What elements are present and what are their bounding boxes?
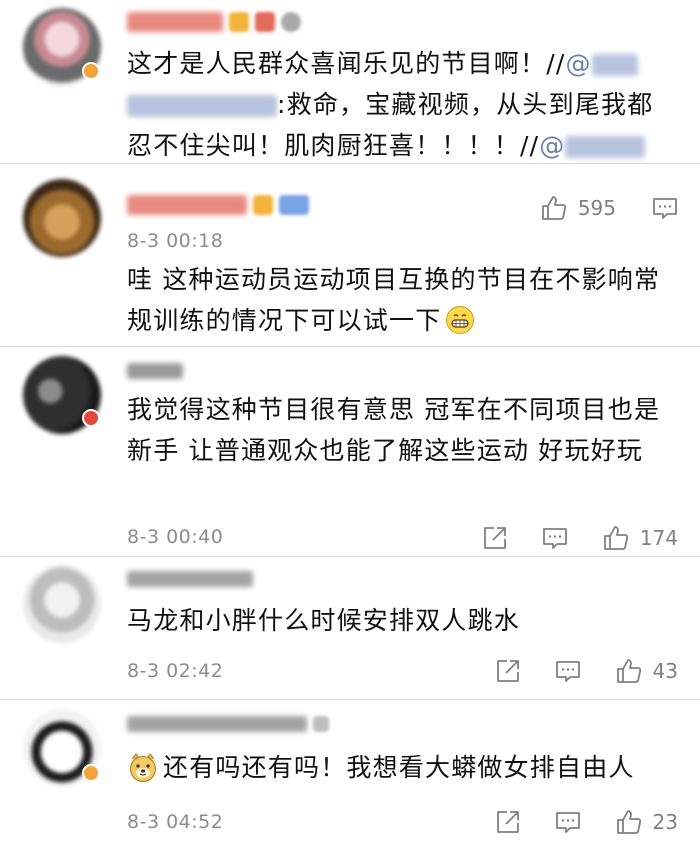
username-blurred[interactable] — [127, 8, 301, 36]
share-icon — [496, 660, 519, 682]
vip-badge-icon — [279, 195, 309, 215]
comment-item: 8-3 00:18 595 哇 这种运动员运动项目互换的节目在不影响常规训练的情… — [0, 164, 700, 347]
fan-badge-icon — [313, 716, 329, 732]
repost-button[interactable] — [495, 658, 521, 684]
reply-button[interactable] — [555, 658, 581, 684]
grinning-emoji-icon — [446, 306, 475, 334]
thumbs-up-icon — [603, 526, 628, 550]
medal-icon — [281, 12, 301, 32]
like-button[interactable]: 23 — [615, 808, 678, 836]
like-count: 23 — [652, 810, 678, 834]
avatar[interactable] — [23, 179, 101, 257]
mention-link[interactable]: @ — [539, 131, 646, 160]
thumbs-up-icon — [616, 659, 641, 683]
comment-icon — [555, 661, 580, 682]
fan-badge-icon — [253, 195, 273, 215]
fan-badge-icon — [229, 12, 249, 32]
vip-badge-icon — [255, 12, 275, 32]
share-icon — [483, 527, 506, 549]
like-button[interactable]: 174 — [602, 524, 678, 552]
comment-item: 这才是人民群众喜闻乐见的节目啊！//@:救命，宝藏视频，从头到尾我都忍不住尖叫！… — [0, 0, 700, 164]
comment-text: 这才是人民群众喜闻乐见的节目啊！//@:救命，宝藏视频，从头到尾我都忍不住尖叫！… — [127, 49, 654, 160]
reply-button[interactable] — [652, 195, 678, 221]
reply-button[interactable] — [542, 525, 568, 551]
share-icon — [496, 811, 519, 833]
like-count: 595 — [577, 196, 616, 220]
like-button[interactable]: 43 — [615, 657, 678, 685]
comment-icon — [542, 528, 567, 549]
comment-actions: 174 — [482, 524, 678, 552]
timestamp: 8-3 02:42 — [127, 660, 224, 682]
comment-text: 我觉得这种节目很有意思 冠军在不同项目也是新手 让普通观众也能了解这些运动 好玩… — [127, 395, 661, 465]
comment-icon — [555, 812, 580, 833]
comment-text: 哇 这种运动员运动项目互换的节目在不影响常规训练的情况下可以试一下 — [127, 265, 661, 335]
like-button[interactable]: 595 — [540, 194, 616, 222]
like-count: 174 — [639, 526, 678, 550]
avatar[interactable] — [23, 565, 101, 643]
repost-button[interactable] — [482, 525, 508, 551]
repost-button[interactable] — [495, 809, 521, 835]
comment-item: 我觉得这种节目很有意思 冠军在不同项目也是新手 让普通观众也能了解这些运动 好玩… — [0, 347, 700, 557]
comment-actions: 595 — [540, 194, 678, 222]
timestamp: 8-3 00:40 — [127, 526, 224, 548]
like-count: 43 — [652, 659, 678, 683]
verified-badge-icon — [82, 62, 100, 80]
comment-icon — [653, 198, 677, 219]
comment-text: 马龙和小胖什么时候安排双人跳水 — [127, 606, 521, 635]
comment-actions: 23 — [495, 808, 678, 836]
comment-text: 还有吗还有吗！我想看大蟒做女排自由人 — [127, 747, 662, 788]
timestamp: 8-3 00:18 — [127, 230, 224, 252]
verified-badge-icon — [82, 764, 100, 782]
comment-item: 还有吗还有吗！我想看大蟒做女排自由人 8-3 04:52 23 — [0, 700, 700, 843]
username-blurred[interactable] — [127, 565, 253, 593]
doge-emoji-icon — [130, 753, 156, 782]
comment-actions: 43 — [495, 657, 678, 685]
reply-button[interactable] — [555, 809, 581, 835]
thumbs-up-icon — [616, 810, 641, 834]
timestamp: 8-3 04:52 — [127, 811, 224, 833]
username-blurred[interactable] — [127, 191, 309, 219]
username-blurred[interactable] — [127, 710, 329, 738]
comment-feed: 这才是人民群众喜闻乐见的节目啊！//@:救命，宝藏视频，从头到尾我都忍不住尖叫！… — [0, 0, 700, 843]
username-blurred[interactable] — [127, 357, 183, 385]
verified-badge-icon — [82, 409, 100, 427]
thumbs-up-icon — [541, 196, 566, 220]
comment-item: 马龙和小胖什么时候安排双人跳水 8-3 02:42 43 — [0, 557, 700, 700]
